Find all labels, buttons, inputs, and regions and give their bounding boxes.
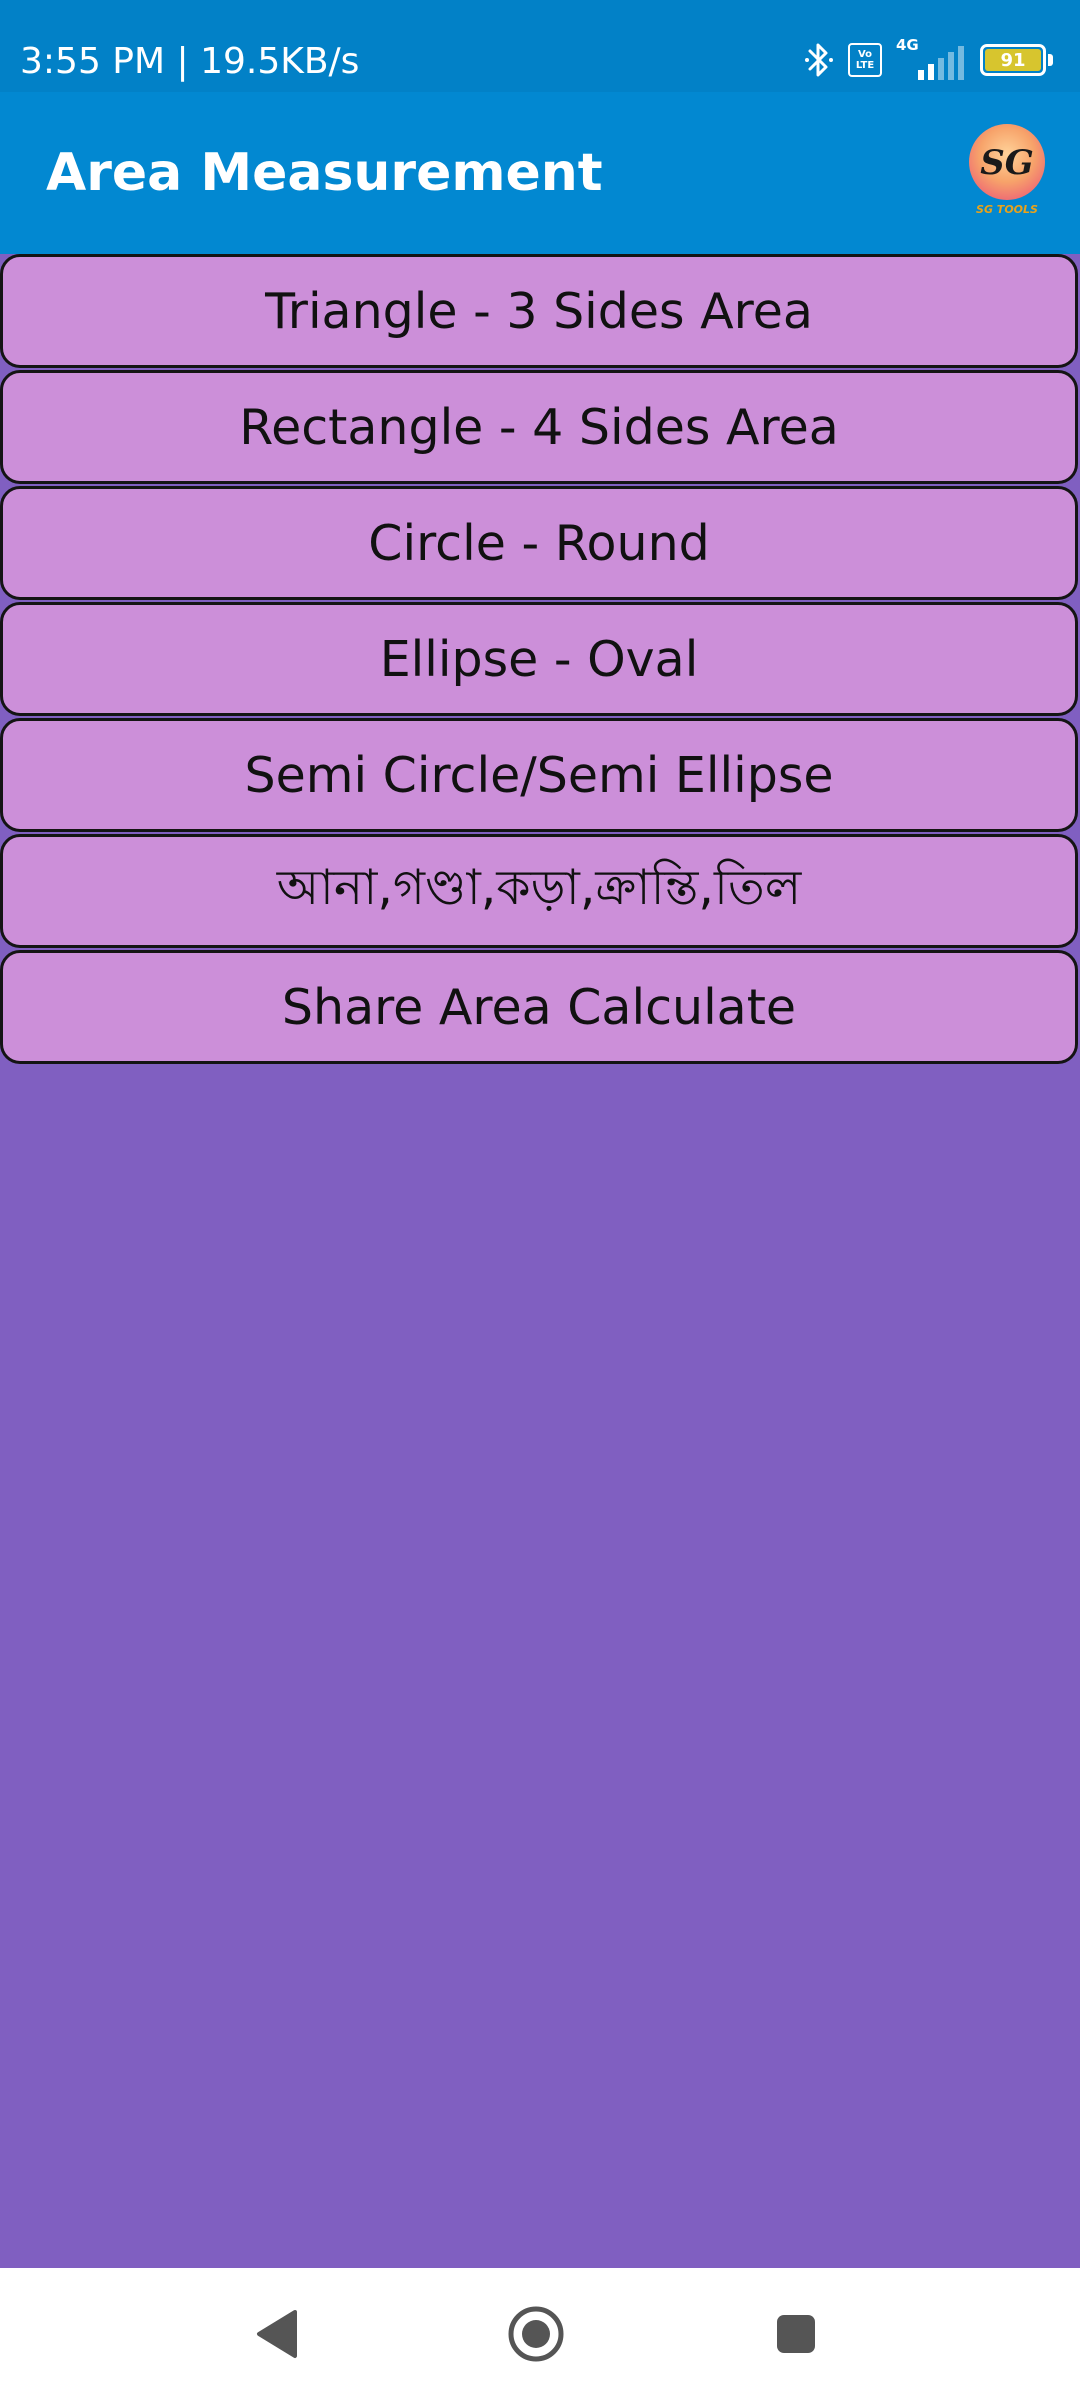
battery-level: 91	[985, 49, 1041, 71]
status-icons: Vo LTE 4G 91	[804, 36, 1053, 82]
back-icon	[257, 2310, 297, 2358]
circle-area-button[interactable]: Circle - Round	[0, 486, 1078, 600]
logo-caption: SG TOOLS	[976, 203, 1038, 216]
bluetooth-icon	[805, 43, 833, 77]
app-bar: Area Measurement SG SG TOOLS	[0, 92, 1080, 254]
sg-tools-logo-icon: SG SG TOOLS	[969, 124, 1045, 216]
share-area-calculate-button[interactable]: Share Area Calculate	[0, 950, 1078, 1064]
semi-circle-area-button[interactable]: Semi Circle/Semi Ellipse	[0, 718, 1078, 832]
home-icon	[508, 2306, 564, 2362]
navigation-bar	[0, 2268, 1080, 2400]
network-type: 4G	[896, 36, 919, 54]
battery-icon: 91	[980, 44, 1053, 76]
recents-icon	[777, 2315, 815, 2353]
signal-icon: 4G	[896, 36, 966, 80]
logo-text: SG	[980, 143, 1034, 183]
ellipse-area-button[interactable]: Ellipse - Oval	[0, 602, 1078, 716]
page-title: Area Measurement	[46, 143, 603, 203]
status-time: 3:55 PM | 19.5KB/s	[20, 41, 360, 82]
signal-bars	[918, 46, 964, 80]
back-button[interactable]	[236, 2298, 316, 2370]
triangle-area-button[interactable]: Triangle - 3 Sides Area	[0, 254, 1078, 368]
status-bar: 3:55 PM | 19.5KB/s Vo LTE 4G 91	[0, 0, 1080, 92]
rectangle-area-button[interactable]: Rectangle - 4 Sides Area	[0, 370, 1078, 484]
volte-line1: Vo	[857, 49, 873, 60]
recents-button[interactable]	[756, 2298, 836, 2370]
volte-line2: LTE	[855, 60, 875, 71]
bengali-units-button[interactable]: আনা,গণ্ডা,কড়া,ক্রান্তি,তিল	[0, 834, 1078, 948]
volte-icon: Vo LTE	[848, 43, 882, 77]
home-button[interactable]	[496, 2298, 576, 2370]
